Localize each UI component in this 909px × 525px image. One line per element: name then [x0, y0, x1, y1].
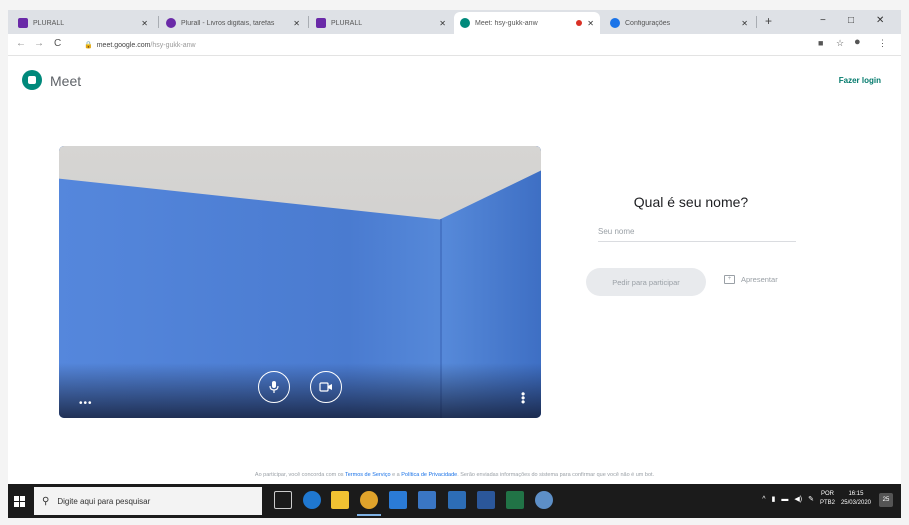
paint-icon[interactable] — [535, 491, 553, 509]
url-path: /hsy-gukk-anw — [150, 41, 196, 49]
lock-icon: 🔒 — [84, 42, 93, 49]
photos-icon[interactable] — [418, 491, 436, 509]
task-view-icon[interactable] — [274, 491, 292, 509]
battery-icon[interactable]: ▬ — [781, 496, 788, 503]
app-name: Meet — [50, 73, 82, 89]
tab-plurall-livros[interactable]: Plurall - Livros digitais, tarefas ✕ — [160, 12, 306, 34]
tab-strip: PLURALL ✕ Plurall - Livros digitais, tar… — [8, 10, 901, 34]
legal-text: Ao participar, você concorda com os — [254, 472, 345, 478]
close-tab-icon[interactable]: ✕ — [293, 19, 300, 28]
word-icon[interactable] — [477, 491, 495, 509]
profile-avatar-icon[interactable]: ● — [854, 36, 861, 48]
excel-icon[interactable] — [506, 491, 524, 509]
video-preview: ••• • • • — [59, 146, 541, 418]
microphone-toggle-button[interactable] — [258, 371, 290, 403]
edge-icon[interactable] — [303, 491, 321, 509]
start-button[interactable] — [8, 484, 30, 518]
present-label: Apresentar — [741, 275, 778, 284]
video-controls-gradient — [59, 363, 541, 418]
maximize-button[interactable]: □ — [848, 15, 854, 26]
browser-toolbar: ← → C 🔒 meet.google.com/hsy-gukk-anw ■ ☆… — [8, 34, 901, 56]
terms-link[interactable]: Termos de Serviço — [345, 472, 391, 478]
menu-dots-icon[interactable]: ⋮ — [878, 38, 887, 49]
tab-divider — [308, 16, 309, 28]
recording-dot-icon — [576, 20, 583, 26]
notifications-button[interactable]: 25 — [879, 493, 893, 507]
windows-taskbar: ⚲ Digite aqui para pesquisar ^ ▮ ▬ ◀) ✎ … — [8, 484, 901, 518]
mail-icon[interactable] — [448, 491, 466, 509]
video-menu-icon[interactable]: • • • — [521, 388, 525, 408]
minimize-button[interactable]: − — [820, 15, 826, 26]
tab-title: Meet: hsy-gukk-anw — [475, 19, 538, 27]
forward-arrow-icon[interactable]: → — [34, 38, 44, 49]
login-link[interactable]: Fazer login — [839, 76, 881, 85]
bookmark-star-icon[interactable]: ☆ — [836, 38, 844, 49]
language-indicator[interactable]: POR PTB2 — [820, 490, 835, 508]
clock-time: 16:15 — [848, 491, 864, 497]
system-tray: ^ ▮ ▬ ◀) ✎ POR PTB2 16:15 25/03/2020 — [762, 490, 871, 508]
close-tab-icon[interactable]: ✕ — [587, 19, 594, 28]
windows-logo-icon — [13, 495, 25, 507]
close-window-button[interactable]: ✕ — [876, 15, 884, 26]
reload-icon[interactable]: C — [54, 38, 61, 49]
legal-notice: Ao participar, você concorda com os Term… — [8, 472, 901, 478]
volume-icon[interactable]: ◀) — [794, 495, 802, 503]
close-tab-icon[interactable]: ✕ — [439, 19, 446, 28]
video-camera-icon — [319, 382, 332, 392]
ink-icon[interactable]: ✎ — [808, 495, 814, 503]
microphone-icon — [269, 381, 279, 393]
search-placeholder: Digite aqui para pesquisar — [57, 496, 151, 506]
legal-text: e a — [390, 472, 402, 478]
close-tab-icon[interactable]: ✕ — [741, 19, 748, 28]
tab-title: Configurações — [625, 19, 671, 27]
meet-page: Meet Fazer login ••• • • • Qual é seu no… — [8, 56, 901, 484]
tab-plurall-2[interactable]: PLURALL ✕ — [310, 12, 452, 34]
close-tab-icon[interactable]: ✕ — [141, 19, 148, 28]
ask-to-join-button[interactable]: Pedir para participar — [586, 268, 706, 296]
meet-logo-icon — [22, 70, 42, 90]
tray-chevron-icon[interactable]: ^ — [762, 496, 765, 503]
clock-date: 25/03/2020 — [840, 500, 871, 506]
file-explorer-icon[interactable] — [331, 491, 349, 509]
tab-title: Plurall - Livros digitais, tarefas — [181, 19, 275, 27]
name-input[interactable] — [598, 222, 796, 242]
present-screen-icon: + — [724, 275, 735, 284]
language-code: POR — [820, 491, 834, 497]
present-button[interactable]: + Apresentar — [724, 275, 778, 284]
tab-title: PLURALL — [33, 19, 65, 27]
more-options-icon[interactable]: ••• — [79, 398, 93, 409]
back-arrow-icon[interactable]: ← — [16, 38, 26, 49]
search-icon: ⚲ — [42, 495, 50, 507]
camera-toggle-button[interactable] — [310, 371, 342, 403]
chrome-icon[interactable] — [357, 491, 381, 516]
meet-favicon-icon — [460, 18, 470, 28]
plurall-favicon-icon — [18, 18, 28, 28]
outlook-icon[interactable] — [389, 491, 407, 509]
tab-divider — [158, 16, 159, 28]
new-tab-button[interactable]: + — [765, 14, 772, 28]
privacy-link[interactable]: Política de Privacidade — [401, 472, 457, 478]
keyboard-layout: PTB2 — [819, 500, 835, 506]
url-host: meet.google.com — [96, 41, 151, 49]
tab-meet[interactable]: Meet: hsy-gukk-anw ✕ — [454, 12, 600, 34]
tab-plurall-1[interactable]: PLURALL ✕ — [12, 12, 154, 34]
address-bar[interactable]: 🔒 meet.google.com/hsy-gukk-anw — [84, 37, 784, 53]
settings-gear-icon — [610, 18, 620, 28]
camera-indicator-icon[interactable]: ■ — [818, 38, 823, 48]
join-title: Qual é seu nome? — [633, 194, 749, 210]
tab-configuracoes[interactable]: Configurações ✕ — [604, 12, 754, 34]
legal-text: . Serão enviadas informações do sistema … — [457, 472, 655, 478]
network-icon[interactable]: ▮ — [772, 495, 776, 503]
taskbar-search[interactable]: ⚲ Digite aqui para pesquisar — [34, 487, 262, 515]
taskbar-clock[interactable]: 16:15 25/03/2020 — [841, 490, 871, 508]
tab-divider — [756, 16, 757, 28]
tab-title: PLURALL — [331, 19, 363, 27]
plurall-favicon-icon — [316, 18, 326, 28]
plurall-favicon-icon — [166, 18, 176, 28]
screen: PLURALL ✕ Plurall - Livros digitais, tar… — [0, 0, 909, 525]
